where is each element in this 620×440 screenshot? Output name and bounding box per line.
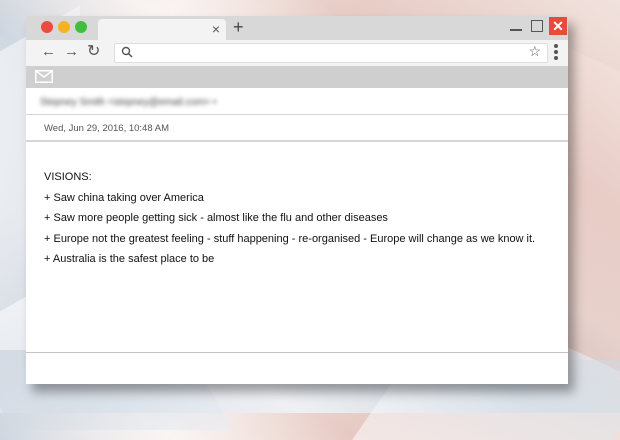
sender-name: Stepney Smith bbox=[40, 97, 106, 108]
browser-toolbar: ← → ↻ ☆ bbox=[26, 40, 568, 66]
browser-window: × + ✕ ← → ↻ ☆ Stepney Smith <stepney@ema… bbox=[26, 16, 568, 384]
search-icon bbox=[121, 46, 133, 58]
minimize-button[interactable] bbox=[508, 18, 524, 34]
email-date: Wed, Jun 29, 2016, 10:48 AM bbox=[44, 123, 169, 134]
body-line: + Saw more people getting sick - almost … bbox=[44, 212, 388, 224]
tab-close-icon[interactable]: × bbox=[212, 21, 220, 37]
sender-info: Stepney Smith <stepney@email.com> • bbox=[40, 97, 217, 108]
close-window-button[interactable]: ✕ bbox=[549, 17, 567, 35]
maximize-button[interactable] bbox=[529, 18, 545, 34]
title-bar: × + ✕ bbox=[26, 16, 568, 40]
mail-header-bar bbox=[26, 66, 568, 88]
address-bar[interactable]: ☆ bbox=[114, 43, 548, 63]
traffic-light-zoom[interactable] bbox=[75, 21, 87, 33]
new-tab-button[interactable]: + bbox=[233, 17, 244, 37]
traffic-light-minimize[interactable] bbox=[58, 21, 70, 33]
body-line: + Australia is the safest place to be bbox=[44, 253, 215, 265]
envelope-icon bbox=[35, 70, 53, 83]
body-line: + Europe not the greatest feeling - stuf… bbox=[44, 232, 536, 245]
address-input[interactable] bbox=[137, 45, 521, 62]
back-icon[interactable]: ← bbox=[41, 43, 56, 61]
forward-icon[interactable]: → bbox=[64, 43, 79, 61]
body-line: + Saw china taking over America bbox=[44, 191, 204, 204]
body-line: VISIONS: bbox=[44, 171, 92, 183]
divider bbox=[26, 352, 568, 353]
browser-tab[interactable]: × bbox=[98, 19, 226, 40]
sender-mark: • bbox=[213, 97, 217, 108]
sender-email: <stepney@email.com> bbox=[107, 97, 211, 108]
sender-row: Stepney Smith <stepney@email.com> • bbox=[26, 88, 568, 115]
email-body: VISIONS: + Saw china taking over America… bbox=[44, 170, 535, 273]
bookmark-star-icon[interactable]: ☆ bbox=[528, 43, 541, 60]
traffic-light-close[interactable] bbox=[41, 21, 53, 33]
date-row: Wed, Jun 29, 2016, 10:48 AM bbox=[26, 114, 568, 142]
menu-icon[interactable] bbox=[554, 44, 558, 62]
reload-icon[interactable]: ↻ bbox=[87, 43, 100, 61]
